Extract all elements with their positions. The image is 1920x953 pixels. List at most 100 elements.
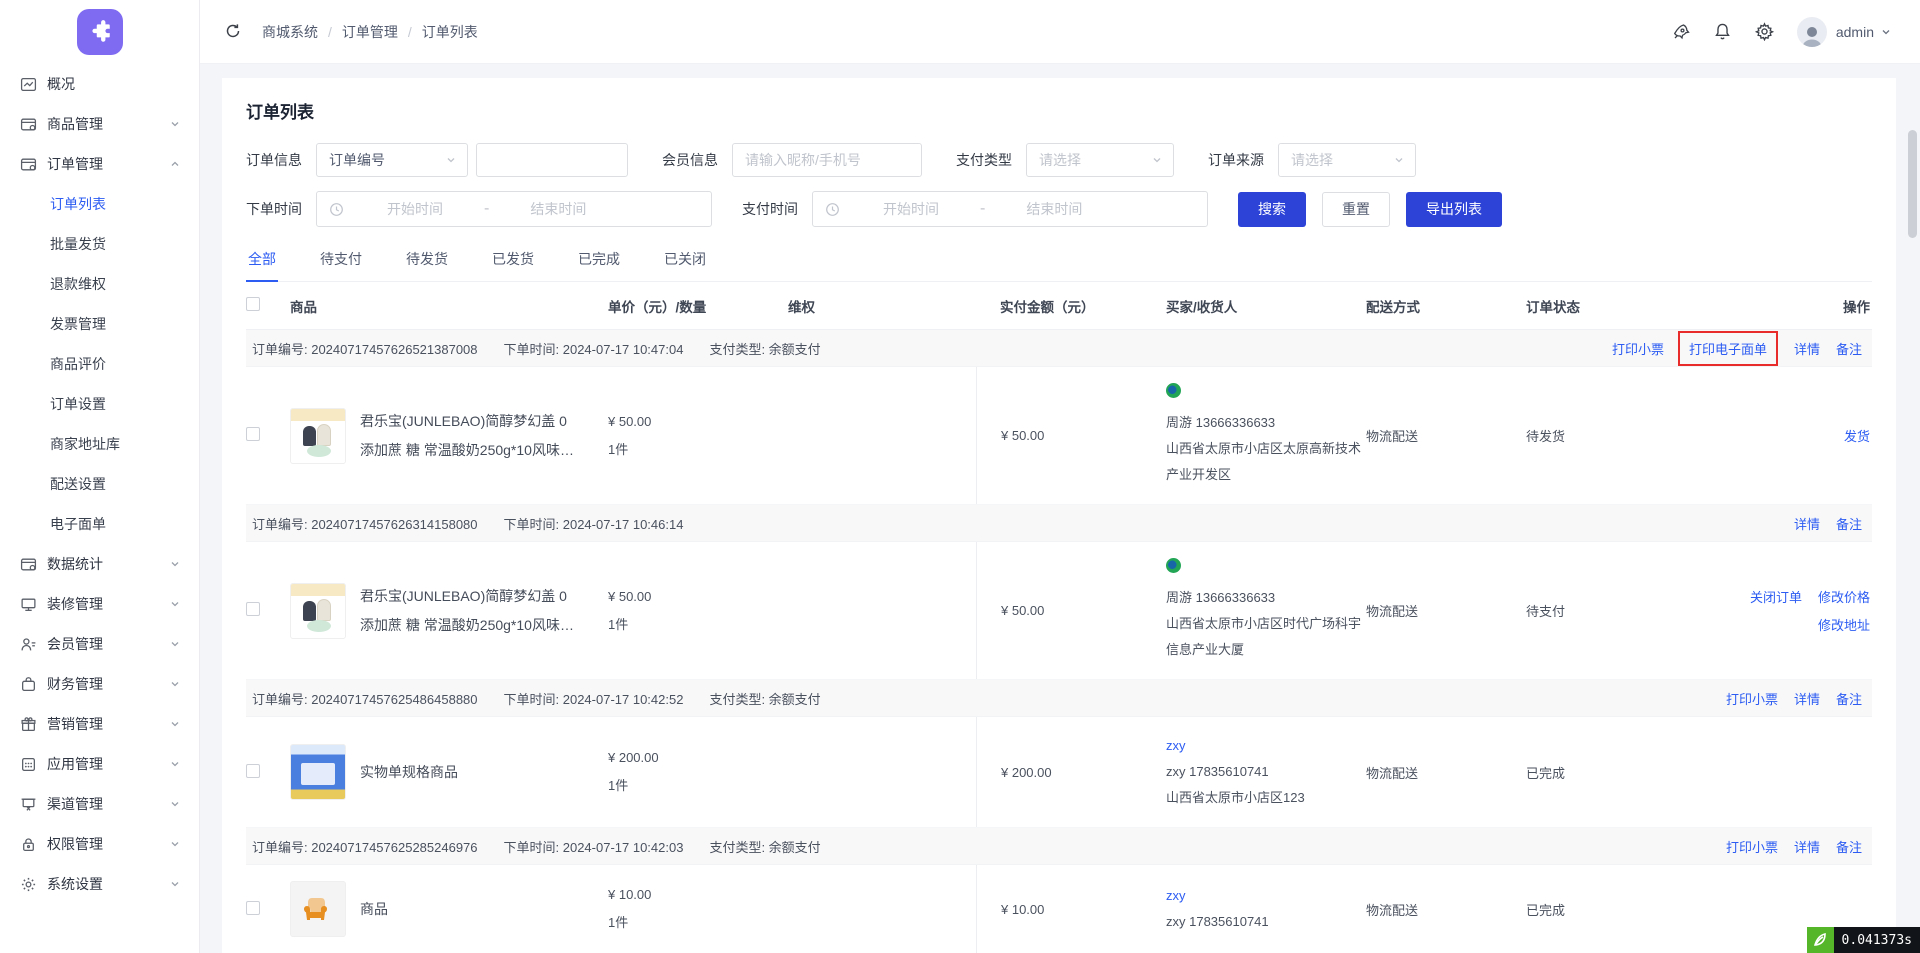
buyer-nickname-link[interactable]: zxy xyxy=(1166,888,1186,903)
export-button[interactable]: 导出列表 xyxy=(1406,192,1502,227)
print-receipt-link[interactable]: 打印小票 xyxy=(1726,689,1778,708)
buyer-nickname-link[interactable]: zxy xyxy=(1166,738,1186,753)
detail-link[interactable]: 详情 xyxy=(1794,837,1820,856)
sidebar-item-goods[interactable]: 商品管理 xyxy=(0,104,199,144)
sidebar-item-marketing[interactable]: 营销管理 xyxy=(0,704,199,744)
tab-pending-payment[interactable]: 待支付 xyxy=(318,245,364,281)
filter-row-2: 下单时间 - 支付时间 - 搜索 重置 xyxy=(246,191,1872,227)
tab-pending-shipment[interactable]: 待发货 xyxy=(404,245,450,281)
dispute-cell xyxy=(788,595,976,627)
sidebar-item-decoration[interactable]: 装修管理 xyxy=(0,584,199,624)
sidebar-item-overview[interactable]: 概况 xyxy=(0,64,199,104)
product-name[interactable]: 君乐宝(JUNLEBAO)简醇梦幻盖 0添加蔗 糖 常温酸奶250g*10风味酸… xyxy=(360,407,574,465)
sidebar-item-orders[interactable]: 订单管理 xyxy=(0,144,199,184)
print-receipt-link[interactable]: 打印小票 xyxy=(1726,837,1778,856)
sidebar-subitem-order-list[interactable]: 订单列表 xyxy=(0,184,199,224)
sidebar-subitem-reviews[interactable]: 商品评价 xyxy=(0,344,199,384)
detail-link[interactable]: 详情 xyxy=(1794,339,1820,358)
gear-icon[interactable] xyxy=(1755,22,1775,42)
sidebar-subitem-e-waybill[interactable]: 电子面单 xyxy=(0,504,199,544)
remark-link[interactable]: 备注 xyxy=(1836,514,1862,533)
order-info-input[interactable] xyxy=(476,143,628,177)
members-icon xyxy=(20,636,37,653)
pay-type-select[interactable]: 请选择 xyxy=(1026,143,1174,177)
sidebar-subitem-delivery-settings[interactable]: 配送设置 xyxy=(0,464,199,504)
order-list-card: 订单列表 订单信息 订单编号 会员信息 支付类型 请选择 xyxy=(222,78,1896,953)
product-name[interactable]: 实物单规格商品 xyxy=(360,758,574,787)
tab-shipped[interactable]: 已发货 xyxy=(490,245,536,281)
remark-link[interactable]: 备注 xyxy=(1836,689,1862,708)
ship-link[interactable]: 发货 xyxy=(1844,426,1870,445)
close-order-link[interactable]: 关闭订单 xyxy=(1750,587,1802,606)
delivery-method: 物流配送 xyxy=(1366,585,1526,636)
chevron-down-icon xyxy=(445,154,457,166)
chevron-down-icon xyxy=(169,638,181,650)
sidebar-item-permissions[interactable]: 权限管理 xyxy=(0,824,199,864)
order-time-range[interactable]: - xyxy=(316,191,712,227)
detail-link[interactable]: 详情 xyxy=(1794,689,1820,708)
sidebar-item-apps[interactable]: 应用管理 xyxy=(0,744,199,784)
order-time-end-input[interactable] xyxy=(493,201,623,217)
lock-icon xyxy=(20,836,37,853)
pay-time-start-input[interactable] xyxy=(846,201,976,217)
order-info-select[interactable]: 订单编号 xyxy=(316,143,468,177)
row-checkbox[interactable] xyxy=(246,427,260,441)
row-checkbox[interactable] xyxy=(246,901,260,915)
sidebar-item-finance[interactable]: 财务管理 xyxy=(0,664,199,704)
order-row: 实物单规格商品 ¥ 200.001件 ¥ 200.00 zxy zxy 1783… xyxy=(246,717,1872,828)
sidebar-item-settings[interactable]: 系统设置 xyxy=(0,864,199,904)
modify-address-link[interactable]: 修改地址 xyxy=(1818,615,1870,634)
product-name[interactable]: 君乐宝(JUNLEBAO)简醇梦幻盖 0添加蔗 糖 常温酸奶250g*10风味酸… xyxy=(360,582,574,640)
breadcrumb-item[interactable]: 订单列表 xyxy=(422,22,478,42)
top-bar: 商城系统 / 订单管理 / 订单列表 admin xyxy=(200,0,1920,64)
order-source-select[interactable]: 请选择 xyxy=(1278,143,1416,177)
reset-button[interactable]: 重置 xyxy=(1322,192,1390,227)
app-logo[interactable] xyxy=(0,0,199,64)
member-input[interactable] xyxy=(732,143,922,177)
row-checkbox[interactable] xyxy=(246,602,260,616)
select-all-checkbox[interactable] xyxy=(246,297,260,311)
overview-icon xyxy=(20,76,37,93)
sidebar-subitem-batch-ship[interactable]: 批量发货 xyxy=(0,224,199,264)
sidebar-subitem-merchant-address[interactable]: 商家地址库 xyxy=(0,424,199,464)
modify-price-link[interactable]: 修改价格 xyxy=(1818,587,1870,606)
breadcrumb-item[interactable]: 订单管理 xyxy=(342,22,398,42)
tab-completed[interactable]: 已完成 xyxy=(576,245,622,281)
order-header: 订单编号: 20240717457625486458880 下单时间: 2024… xyxy=(246,680,1872,717)
pay-time-end-input[interactable] xyxy=(989,201,1119,217)
sidebar-subitem-order-settings[interactable]: 订单设置 xyxy=(0,384,199,424)
marketing-icon xyxy=(20,716,37,733)
chevron-down-icon[interactable] xyxy=(1880,26,1892,38)
vertical-scrollbar[interactable] xyxy=(1908,130,1917,238)
chevron-up-icon xyxy=(169,158,181,170)
detail-link[interactable]: 详情 xyxy=(1794,514,1820,533)
sidebar-subitem-invoice[interactable]: 发票管理 xyxy=(0,304,199,344)
print-receipt-link[interactable]: 打印小票 xyxy=(1612,339,1664,358)
sidebar-subitem-refund[interactable]: 退款维权 xyxy=(0,264,199,304)
tab-all[interactable]: 全部 xyxy=(246,245,278,281)
breadcrumb: 商城系统 / 订单管理 / 订单列表 xyxy=(262,22,478,42)
product-name[interactable]: 商品 xyxy=(360,895,574,924)
search-button[interactable]: 搜索 xyxy=(1238,192,1306,227)
pay-time-range[interactable]: - xyxy=(812,191,1208,227)
buyer-name-phone: zxy 17835610741 xyxy=(1166,909,1366,935)
order-row: 君乐宝(JUNLEBAO)简醇梦幻盖 0添加蔗 糖 常温酸奶250g*10风味酸… xyxy=(246,367,1872,505)
sidebar-item-statistics[interactable]: 数据统计 xyxy=(0,544,199,584)
refresh-icon[interactable] xyxy=(224,22,244,42)
tab-closed[interactable]: 已关闭 xyxy=(662,245,708,281)
dispute-cell xyxy=(788,893,976,925)
apps-icon xyxy=(20,756,37,773)
breadcrumb-item[interactable]: 商城系统 xyxy=(262,22,318,42)
bell-icon[interactable] xyxy=(1713,22,1733,42)
sidebar-item-channels[interactable]: 渠道管理 xyxy=(0,784,199,824)
delivery-method: 物流配送 xyxy=(1366,747,1526,798)
remark-link[interactable]: 备注 xyxy=(1836,837,1862,856)
row-checkbox[interactable] xyxy=(246,764,260,778)
remark-link[interactable]: 备注 xyxy=(1836,339,1862,358)
print-e-waybill-link[interactable]: 打印电子面单 xyxy=(1678,331,1778,366)
order-time-start-input[interactable] xyxy=(350,201,480,217)
rocket-icon[interactable] xyxy=(1671,22,1691,42)
username[interactable]: admin xyxy=(1836,24,1874,40)
user-avatar[interactable] xyxy=(1797,17,1827,47)
sidebar-item-members[interactable]: 会员管理 xyxy=(0,624,199,664)
